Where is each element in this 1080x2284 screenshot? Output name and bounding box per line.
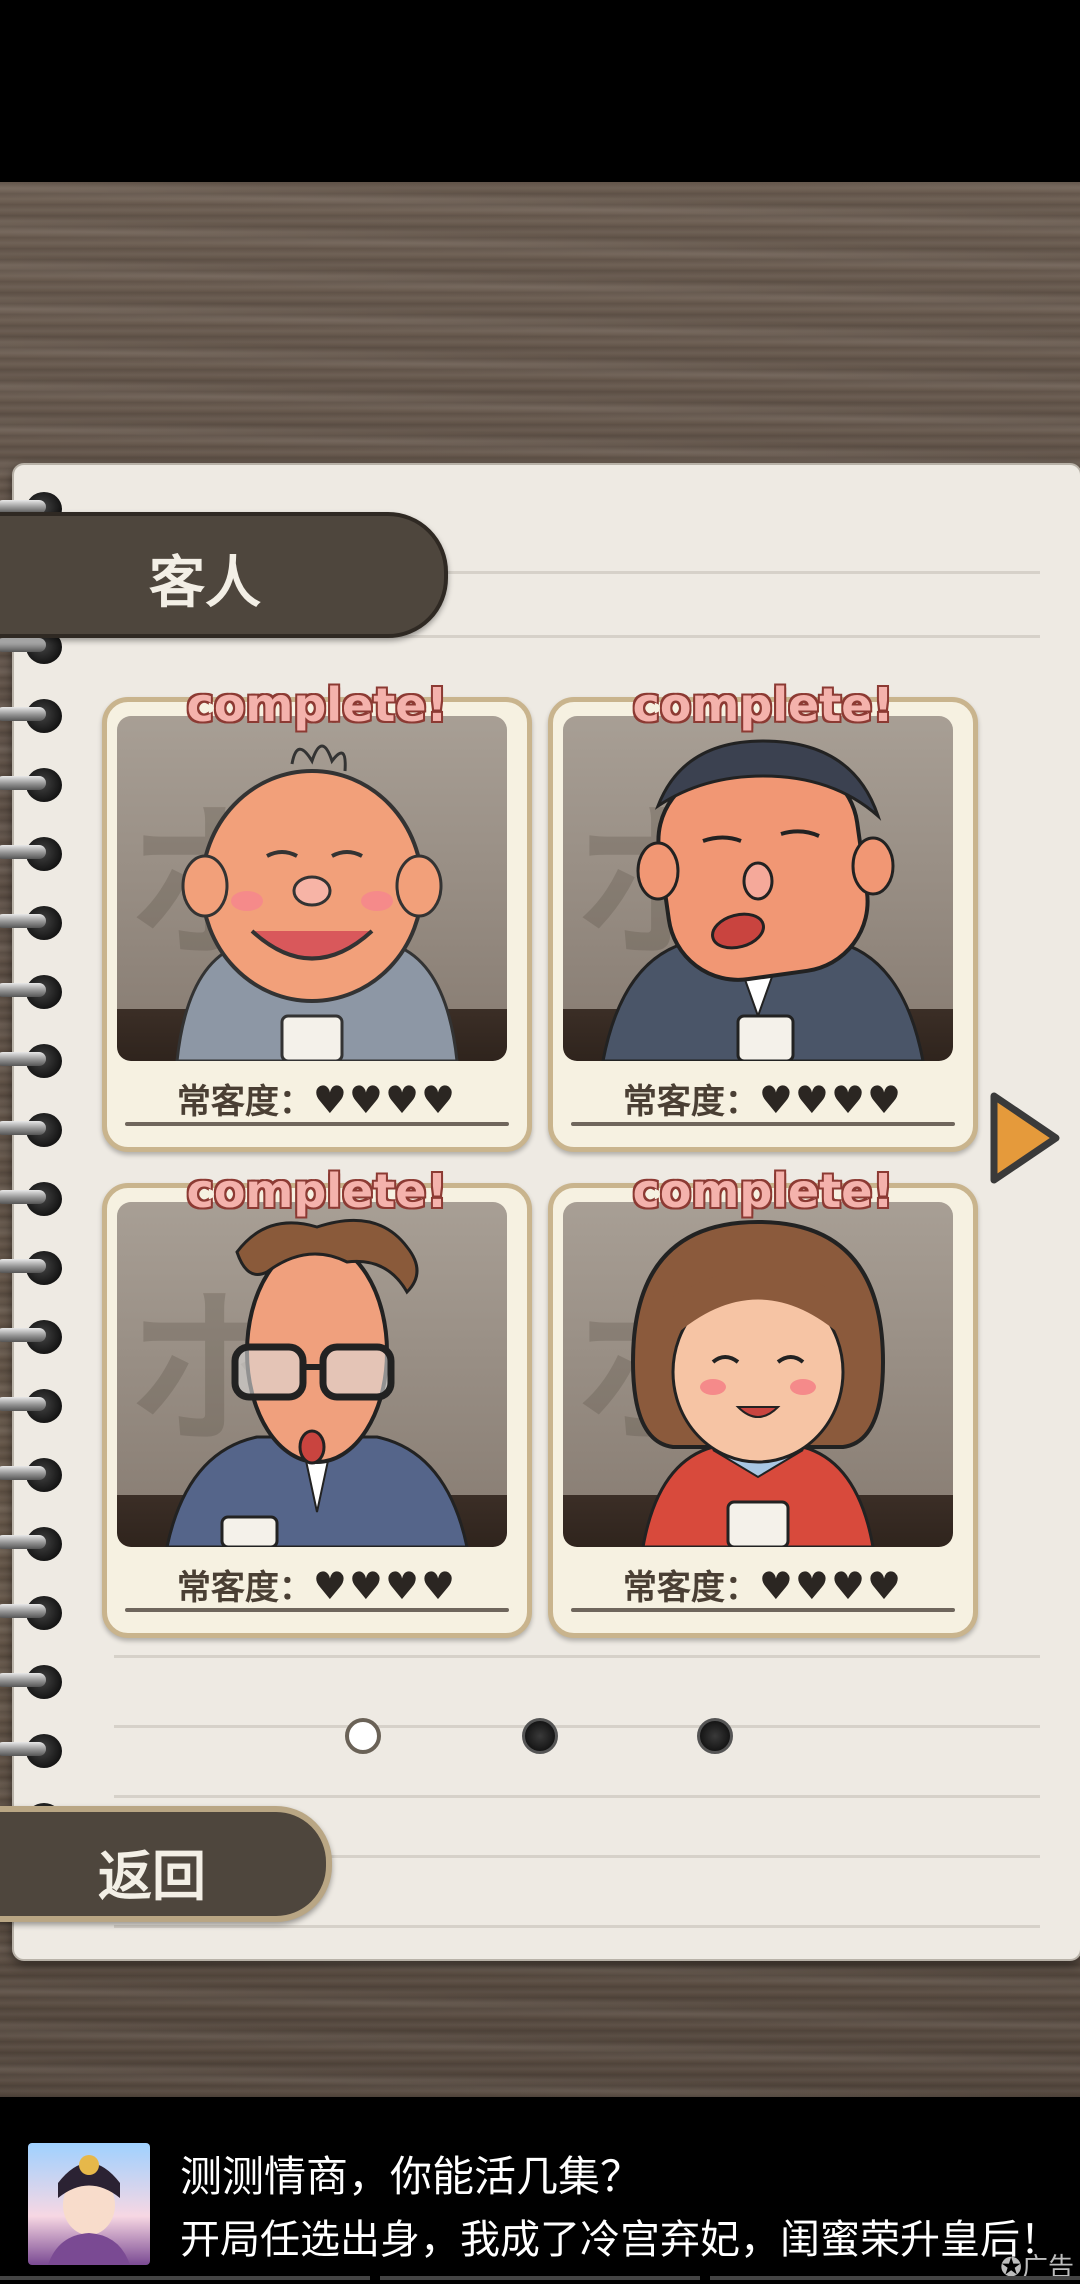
- back-button[interactable]: 返回: [0, 1806, 332, 1922]
- back-button-label: 返回: [98, 1845, 206, 1908]
- spiral-ring: [0, 973, 66, 1011]
- page-dot-2[interactable]: [522, 1718, 558, 1754]
- businessman-illustration: [601, 739, 925, 1061]
- ad-banner[interactable]: 测测情商，你能活几集？ 开局任选出身，我成了冷宫弃妃，闺蜜荣升皇后！ ✪广告: [0, 2097, 1080, 2283]
- page-dot-1[interactable]: [345, 1718, 381, 1754]
- bald-old-man-illustration: [175, 744, 459, 1061]
- spiral-ring: [0, 904, 66, 942]
- heart-icons: ♥♥♥♥: [312, 1078, 458, 1122]
- complete-label: complete!: [186, 1164, 448, 1218]
- spiral-ring: [0, 1387, 66, 1425]
- spiral-ring: [0, 766, 66, 804]
- complete-label: complete!: [186, 678, 448, 732]
- heart-icons: ♥♥♥♥: [312, 1564, 458, 1608]
- regular-level: 常客度：♥♥♥♥: [176, 1564, 458, 1608]
- spiral-ring: [0, 1456, 66, 1494]
- spiral-ring: [0, 1732, 66, 1770]
- spiral-ring: [0, 697, 66, 735]
- customer-card[interactable]: ホ complete! 常客度：♥♥♥♥: [548, 1164, 978, 1638]
- section-title: 客人: [149, 551, 261, 616]
- ad-title: 测测情商，你能活几集？: [180, 2152, 643, 2201]
- complete-label: complete!: [632, 678, 894, 732]
- notebook-spiral: [0, 490, 70, 1930]
- next-page-arrow-icon[interactable]: [984, 1088, 1064, 1188]
- spiral-ring: [0, 1318, 66, 1356]
- spiral-ring: [0, 1249, 66, 1287]
- glasses-man-illustration: [165, 1218, 469, 1547]
- heart-icons: ♥♥♥♥: [758, 1564, 904, 1608]
- ad-thumbnail[interactable]: [28, 2143, 150, 2265]
- section-title-tab: 客人: [0, 512, 448, 638]
- customer-card[interactable]: ホ complete! 常客度：♥♥♥♥: [102, 1164, 532, 1638]
- regular-level: 常客度：♥♥♥♥: [622, 1078, 904, 1122]
- spiral-ring: [0, 1594, 66, 1632]
- customer-card[interactable]: ホ complete! 常客度：♥♥♥♥: [102, 678, 532, 1152]
- spiral-ring: [0, 1525, 66, 1563]
- spiral-ring: [0, 1663, 66, 1701]
- customer-card[interactable]: ホ complete! 常客度：♥♥♥♥: [548, 678, 978, 1152]
- spiral-ring: [0, 835, 66, 873]
- spiral-ring: [0, 1042, 66, 1080]
- spiral-ring: [0, 1111, 66, 1149]
- customer-portrait: ホ: [563, 716, 953, 1061]
- spiral-ring: [0, 1180, 66, 1218]
- regular-level: 常客度：♥♥♥♥: [622, 1564, 904, 1608]
- regular-level: 常客度：♥♥♥♥: [176, 1078, 458, 1122]
- ad-subtitle: 开局任选出身，我成了冷宫弃妃，闺蜜荣升皇后！: [180, 2217, 1060, 2263]
- heart-icons: ♥♥♥♥: [758, 1078, 904, 1122]
- complete-label: complete!: [632, 1164, 894, 1218]
- page-dot-3[interactable]: [697, 1718, 733, 1754]
- customer-portrait: ホ: [117, 716, 507, 1061]
- bob-haired-girl-illustration: [630, 1219, 886, 1547]
- customer-portrait: ホ: [117, 1202, 507, 1547]
- customer-portrait: ホ: [563, 1202, 953, 1547]
